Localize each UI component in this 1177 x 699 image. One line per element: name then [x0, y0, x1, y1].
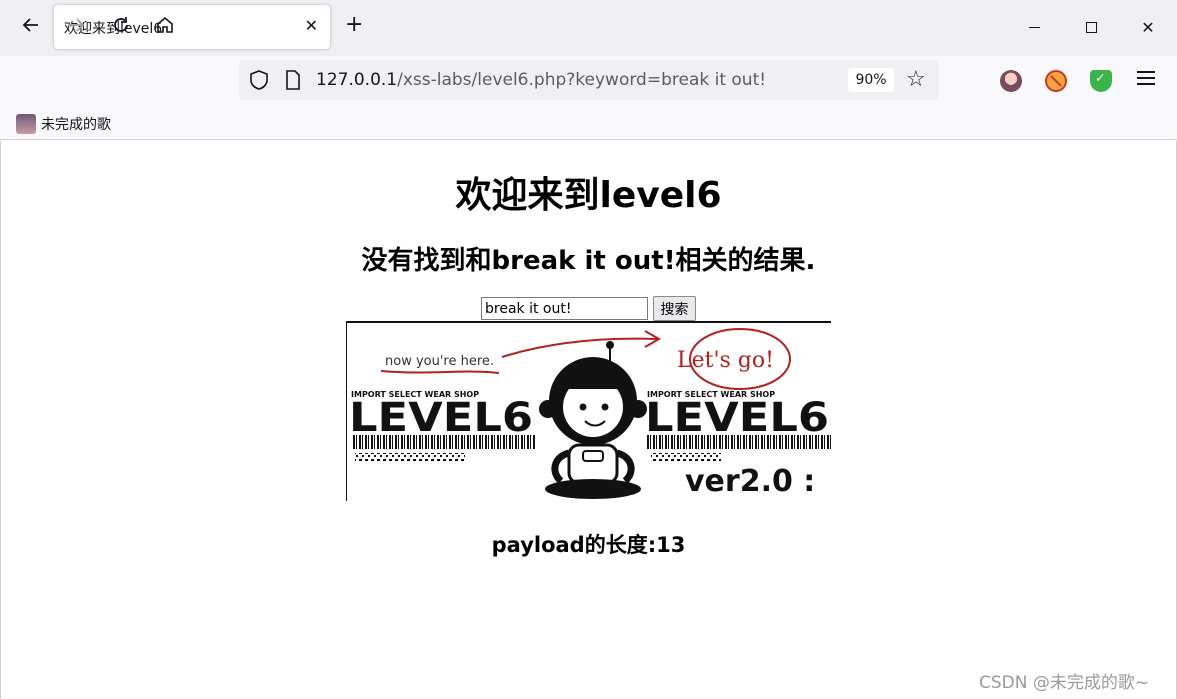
new-tab-icon[interactable]: +: [345, 14, 363, 36]
banner-callout: Let's go!: [677, 348, 774, 373]
page-info-icon[interactable]: [284, 70, 302, 90]
csdn-watermark: CSDN @未完成的歌~: [979, 673, 1150, 693]
close-icon: ✕: [1141, 17, 1155, 37]
payload-length-text: payload的长度:13: [491, 533, 686, 557]
robot-mascot-illustration: [539, 341, 647, 499]
banner-note: now you're here.: [385, 354, 494, 369]
bookmark-star-icon[interactable]: ☆: [906, 67, 926, 93]
forward-arrow-icon[interactable]: [63, 12, 89, 38]
shield-extension-icon[interactable]: [1090, 70, 1112, 92]
result-message: 没有找到和break it out!相关的结果.: [361, 246, 816, 276]
bookmarks-toolbar: [0, 106, 1177, 140]
url-host: 127.0.0.1: [316, 70, 398, 90]
tab-close-icon[interactable]: ✕: [305, 18, 318, 34]
search-button[interactable]: 搜索: [653, 296, 696, 321]
page-title: 欢迎来到level6: [455, 175, 722, 216]
browser-tab[interactable]: 欢迎来到level6 ✕: [54, 5, 330, 49]
close-window-button[interactable]: ✕: [1128, 10, 1168, 44]
reload-icon[interactable]: [108, 12, 134, 38]
profile-avatar-extension-icon[interactable]: [1000, 70, 1022, 92]
minimize-button[interactable]: [1014, 10, 1054, 44]
minimize-icon: [1028, 26, 1040, 28]
back-arrow-icon[interactable]: [18, 12, 44, 38]
keyword-input[interactable]: [481, 297, 648, 320]
banner-logo-left: LEVEL6: [349, 395, 533, 441]
bookmark-avatar-icon[interactable]: [16, 114, 36, 134]
url-text[interactable]: 127.0.0.1/xss-labs/level6.php?keyword=br…: [316, 70, 766, 90]
home-icon[interactable]: [152, 12, 178, 38]
bookmark-item[interactable]: 未完成的歌: [41, 114, 111, 134]
blocker-extension-icon[interactable]: [1045, 70, 1067, 92]
banner-logo-right: LEVEL6: [645, 395, 829, 441]
hamburger-menu-icon[interactable]: [1137, 71, 1155, 87]
banner-version: ver2.0 :: [685, 464, 815, 499]
maximize-button[interactable]: [1071, 10, 1111, 44]
tracking-protection-shield-icon[interactable]: [248, 69, 270, 91]
level6-banner-image: now you're here. Let's go! IMPORT SELECT…: [346, 321, 831, 501]
zoom-level-badge[interactable]: 90%: [848, 68, 894, 92]
maximize-icon: [1085, 21, 1097, 33]
url-path: /xss-labs/level6.php?keyword=break it ou…: [397, 70, 767, 90]
